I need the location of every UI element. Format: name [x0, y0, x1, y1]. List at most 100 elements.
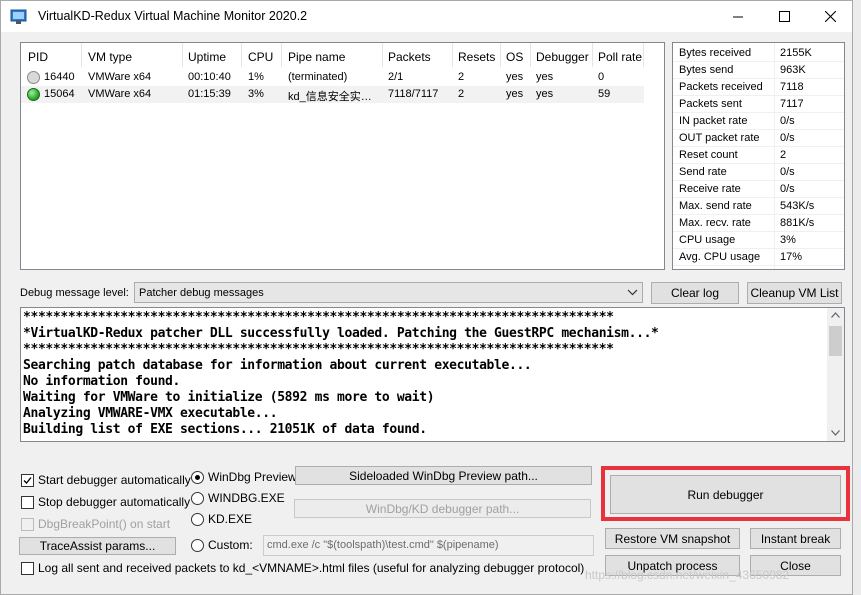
column-header[interactable]: Poll rate — [598, 50, 642, 64]
stat-label: Packets received — [679, 81, 763, 93]
radio-windbg-preview[interactable]: WinDbg Preview — [191, 470, 297, 484]
column-header[interactable]: CPU — [248, 50, 273, 64]
stat-value: 543K/s — [780, 200, 815, 212]
debug-level-value: Patcher debug messages — [139, 287, 264, 299]
radio-custom[interactable]: Custom: — [191, 538, 253, 552]
process-row[interactable]: 15064 VMWare x64 01:15:39 3% kd_信息安全实… 7… — [21, 86, 644, 103]
uptime-cell: 00:10:40 — [188, 71, 231, 83]
debug-level-label: Debug message level: — [20, 287, 129, 299]
stat-value: 881K/s — [780, 217, 815, 229]
column-header[interactable]: OS — [506, 50, 523, 64]
pid-cell: 16440 — [44, 71, 75, 83]
process-row[interactable]: 16440 VMWare x64 00:10:40 1% (terminated… — [21, 69, 644, 86]
debugger-cell: yes — [536, 88, 554, 100]
stat-row: Packets received 7118 — [673, 79, 844, 96]
stat-label: Packets sent — [679, 98, 742, 110]
stat-label: Bytes send — [679, 64, 734, 76]
pid-cell: 15064 — [44, 88, 75, 100]
pipe-cell: kd_信息安全实… — [288, 91, 372, 103]
app-icon — [10, 9, 27, 24]
stat-row: Reset count 2 — [673, 147, 844, 164]
stat-row: OUT packet rate 0/s — [673, 130, 844, 147]
checkbox-disabled-icon — [21, 517, 34, 531]
stat-label: CPU usage — [679, 234, 736, 246]
column-header[interactable]: Resets — [458, 50, 495, 64]
column-header[interactable]: Debugger — [536, 50, 589, 64]
os-cell: yes — [506, 88, 524, 100]
debug-level-dropdown[interactable]: Patcher debug messages — [134, 282, 643, 303]
radio-unselected-icon — [191, 512, 204, 526]
start-debugger-auto-checkbox[interactable]: Start debugger automatically — [21, 473, 191, 487]
close-window-button[interactable] — [807, 1, 853, 32]
radio-kd-exe[interactable]: KD.EXE — [191, 512, 252, 526]
log-line: No information found. — [23, 374, 181, 389]
clear-log-button[interactable]: Clear log — [651, 282, 739, 304]
stat-row: CPU usage 3% — [673, 232, 844, 249]
title-bar: VirtualKD-Redux Virtual Machine Monitor … — [1, 1, 852, 32]
log-scrollbar[interactable] — [827, 308, 844, 441]
checkbox-unchecked-icon — [21, 561, 34, 575]
log-packets-checkbox[interactable]: Log all sent and received packets to kd_… — [21, 561, 584, 575]
minimize-button[interactable] — [715, 1, 761, 32]
stat-row: Send rate 0/s — [673, 164, 844, 181]
scroll-up-icon[interactable] — [831, 312, 840, 318]
vm-type-cell: VMWare x64 — [88, 71, 152, 83]
column-header[interactable]: Packets — [388, 50, 431, 64]
os-cell: yes — [506, 71, 524, 83]
traceassist-params-button[interactable]: TraceAssist params... — [19, 537, 176, 555]
resets-cell: 2 — [458, 88, 465, 100]
watermark-text: https://blog.csdn.net/weixin_43650982 — [585, 568, 790, 582]
uptime-cell: 01:15:39 — [188, 88, 231, 100]
close-icon — [824, 11, 836, 22]
maximize-button[interactable] — [761, 1, 807, 32]
column-header[interactable]: Pipe name — [288, 50, 345, 64]
radio-unselected-icon — [191, 491, 204, 505]
minimize-icon — [732, 16, 743, 18]
chevron-down-icon — [627, 289, 638, 296]
checkbox-label: Start debugger automatically — [38, 473, 191, 487]
stat-label: OUT packet rate — [679, 132, 760, 144]
stat-row: Max. recv. rate 881K/s — [673, 215, 844, 232]
log-output[interactable]: ****************************************… — [20, 307, 845, 442]
stat-value: 0/s — [780, 183, 795, 195]
poll-rate-cell: 0 — [598, 71, 605, 83]
scroll-thumb[interactable] — [829, 326, 842, 356]
sideloaded-windbg-path-button[interactable]: Sideloaded WinDbg Preview path... — [295, 466, 592, 485]
status-idle-icon — [27, 71, 40, 84]
stat-row: Bytes received 2155K — [673, 45, 844, 62]
dbgbreakpoint-checkbox[interactable]: DbgBreakPoint() on start — [21, 517, 170, 531]
restore-vm-snapshot-button[interactable]: Restore VM snapshot — [605, 528, 740, 549]
stat-label: Reset count — [679, 149, 738, 161]
checkbox-unchecked-icon — [21, 495, 34, 509]
column-header[interactable]: PID — [28, 50, 48, 64]
vm-process-list[interactable]: PID VM type Uptime CPU Pipe name Packets… — [20, 42, 665, 270]
stop-debugger-auto-checkbox[interactable]: Stop debugger automatically — [21, 495, 190, 509]
checkbox-label: Log all sent and received packets to kd_… — [38, 561, 585, 575]
stat-value: 7117 — [780, 98, 804, 110]
stat-row: Packets sent 7117 — [673, 96, 844, 113]
stat-label: Avg. CPU usage — [679, 251, 761, 263]
windbg-kd-path-button[interactable]: WinDbg/KD debugger path... — [294, 499, 591, 518]
cleanup-vm-list-button[interactable]: Cleanup VM List — [747, 282, 842, 304]
pipe-cell: (terminated) — [288, 71, 348, 83]
radio-label: KD.EXE — [208, 512, 253, 526]
cpu-cell: 3% — [248, 88, 264, 100]
stat-row: Avg. CPU usage 17% — [673, 249, 844, 266]
log-line: Analyzing VMWARE-VMX executable... — [23, 406, 278, 421]
instant-break-button[interactable]: Instant break — [750, 528, 841, 549]
scroll-down-icon[interactable] — [831, 430, 840, 436]
radio-label: WinDbg Preview — [208, 470, 297, 484]
log-line: Building list of EXE sections... 21051K … — [23, 422, 427, 437]
column-header[interactable]: Uptime — [188, 50, 226, 64]
stat-label: Bytes received — [679, 47, 752, 59]
maximize-icon — [778, 11, 790, 22]
run-debugger-button[interactable]: Run debugger — [610, 475, 841, 514]
stat-label: Max. send rate — [679, 200, 752, 212]
checkbox-label: DbgBreakPoint() on start — [38, 517, 171, 531]
statistics-list[interactable]: Bytes received 2155K Bytes send 963K Packe… — [672, 42, 845, 270]
radio-windbg-exe[interactable]: WINDBG.EXE — [191, 491, 285, 505]
custom-command-input[interactable]: cmd.exe /c "$(toolspath)\test.cmd" $(pip… — [263, 535, 594, 556]
column-header[interactable]: VM type — [88, 50, 132, 64]
stat-label: IN packet rate — [679, 115, 748, 127]
log-line: Searching patch database for information… — [23, 358, 532, 373]
